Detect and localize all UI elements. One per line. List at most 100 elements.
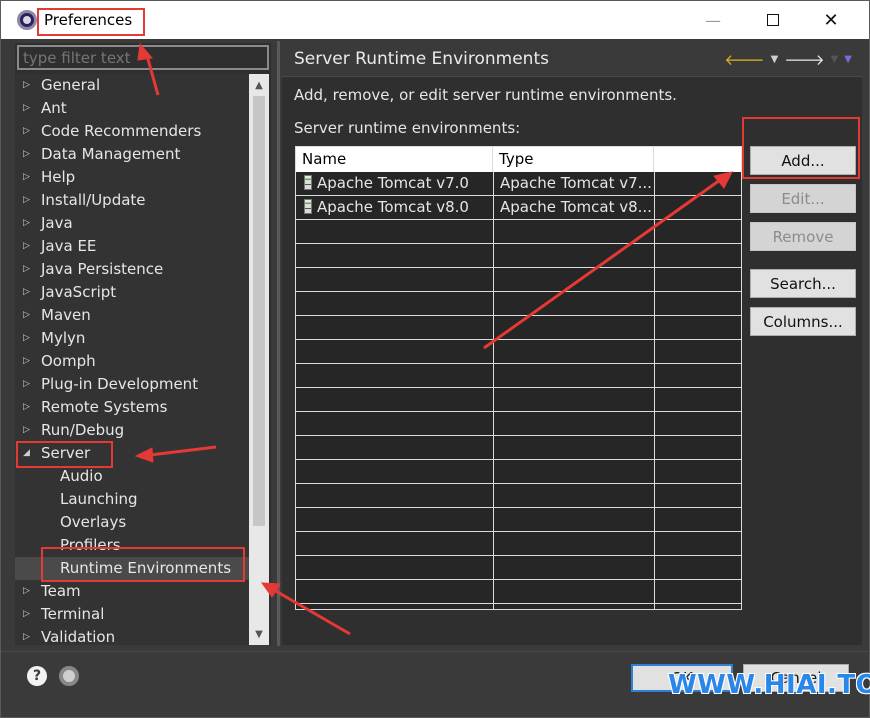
back-dropdown-icon[interactable]: ▼ xyxy=(771,54,779,65)
tree-item-label: Oomph xyxy=(41,352,96,370)
collapsed-arrow-icon[interactable]: ▷ xyxy=(23,419,30,442)
help-icon[interactable]: ? xyxy=(27,666,47,686)
collapsed-arrow-icon[interactable]: ▷ xyxy=(23,143,30,166)
collapsed-arrow-icon[interactable]: ▷ xyxy=(23,603,30,626)
tree-item-label: Runtime Environments xyxy=(60,559,232,577)
tree-item[interactable]: Overlays xyxy=(15,511,249,534)
forward-dropdown-icon[interactable]: ▼ xyxy=(831,54,839,65)
tree-item[interactable]: ▷ Plug-in Development xyxy=(15,373,249,396)
tree-item[interactable]: ▷ Terminal xyxy=(15,603,249,626)
search-button[interactable]: Search... xyxy=(750,269,856,298)
runtime-name: Apache Tomcat v7.0 xyxy=(317,174,469,192)
tree-item[interactable]: ▷ Run/Debug xyxy=(15,419,249,442)
tree-scrollbar[interactable]: ▲ ▼ xyxy=(249,74,269,645)
remove-button[interactable]: Remove xyxy=(750,222,856,251)
tree-item[interactable]: ▷ Remote Systems xyxy=(15,396,249,419)
column-header-type[interactable]: Type xyxy=(493,147,654,172)
collapsed-arrow-icon[interactable]: ▷ xyxy=(23,189,30,212)
table-row xyxy=(296,316,741,340)
scroll-up-icon[interactable]: ▲ xyxy=(249,76,269,94)
filter-input[interactable] xyxy=(17,45,269,70)
tree-item[interactable]: Launching xyxy=(15,488,249,511)
tree-item-label: Remote Systems xyxy=(41,398,168,416)
collapsed-arrow-icon[interactable]: ▷ xyxy=(23,350,30,373)
forward-arrow-icon[interactable]: 🡒 xyxy=(784,50,824,69)
add-button[interactable]: Add... xyxy=(750,146,856,175)
tree-item-label: Audio xyxy=(60,467,103,485)
tree-item[interactable]: ▷ Java EE xyxy=(15,235,249,258)
tree-item-label: Server xyxy=(41,444,91,462)
tree-item[interactable]: ▷ Install/Update xyxy=(15,189,249,212)
tree-item[interactable]: Runtime Environments xyxy=(15,557,249,580)
columns-button[interactable]: Columns... xyxy=(750,307,856,336)
preference-page: Server Runtime Environments 🡐 ▼ 🡒 ▼ ▼ Ad… xyxy=(282,41,862,645)
title-bar[interactable]: Preferences — ✕ xyxy=(1,1,869,39)
tree-item[interactable]: ▷ Help xyxy=(15,166,249,189)
collapsed-arrow-icon[interactable]: ▷ xyxy=(23,281,30,304)
maximize-icon xyxy=(767,14,779,26)
tree-item-label: Install/Update xyxy=(41,191,146,209)
collapsed-arrow-icon[interactable]: ▷ xyxy=(23,74,30,97)
collapsed-arrow-icon[interactable]: ▷ xyxy=(23,97,30,120)
expanded-arrow-icon[interactable]: ◢ xyxy=(23,442,30,465)
collapsed-arrow-icon[interactable]: ▷ xyxy=(23,304,30,327)
edit-button[interactable]: Edit... xyxy=(750,184,856,213)
tree-item[interactable]: ▷ Data Management xyxy=(15,143,249,166)
tree-item-label: Plug-in Development xyxy=(41,375,199,393)
import-export-icon[interactable] xyxy=(59,666,79,686)
collapsed-arrow-icon[interactable]: ▷ xyxy=(23,327,30,350)
minimize-button[interactable]: — xyxy=(691,5,735,35)
tree-item[interactable]: ▷ Mylyn xyxy=(15,327,249,350)
collapsed-arrow-icon[interactable]: ▷ xyxy=(23,166,30,189)
collapsed-arrow-icon[interactable]: ▷ xyxy=(23,373,30,396)
runtime-table: Name Type Apache Tomcat v7.0 Apache Tomca… xyxy=(295,146,742,610)
tree-item[interactable]: ▷ General xyxy=(15,74,249,97)
pane-splitter[interactable] xyxy=(277,41,280,646)
table-row xyxy=(296,412,741,436)
tree-item[interactable]: ▷ Java xyxy=(15,212,249,235)
maximize-button[interactable] xyxy=(751,5,795,35)
collapsed-arrow-icon[interactable]: ▷ xyxy=(23,396,30,419)
table-row xyxy=(296,532,741,556)
column-header-name[interactable]: Name xyxy=(296,147,493,172)
table-row xyxy=(296,556,741,580)
scroll-thumb[interactable] xyxy=(253,96,265,526)
collapsed-arrow-icon[interactable]: ▷ xyxy=(23,120,30,143)
collapsed-arrow-icon[interactable]: ▷ xyxy=(23,235,30,258)
table-header: Name Type xyxy=(296,147,741,172)
eclipse-icon xyxy=(17,10,37,30)
view-menu-icon[interactable]: ▼ xyxy=(844,54,852,65)
tree-item[interactable]: ◢ Server xyxy=(15,442,249,465)
tree-item[interactable]: ▷ Validation xyxy=(15,626,249,645)
table-row[interactable]: Apache Tomcat v8.0 Apache Tomcat v8... xyxy=(296,196,741,220)
tree-item[interactable]: ▷ JavaScript xyxy=(15,281,249,304)
collapsed-arrow-icon[interactable]: ▷ xyxy=(23,258,30,281)
table-row xyxy=(296,220,741,244)
tree-item[interactable]: Audio xyxy=(15,465,249,488)
tree-item-label: Overlays xyxy=(60,513,127,531)
table-row[interactable]: Apache Tomcat v7.0 Apache Tomcat v7... xyxy=(296,172,741,196)
tree-item-label: Team xyxy=(41,582,81,600)
close-button[interactable]: ✕ xyxy=(809,5,853,35)
tree-item[interactable]: ▷ Maven xyxy=(15,304,249,327)
preferences-navigation: ▷ General ▷ Ant ▷ Code Recommenders ▷ Data Mana… xyxy=(15,43,271,645)
tree-item[interactable]: ▷ Team xyxy=(15,580,249,603)
table-row xyxy=(296,340,741,364)
tree-item[interactable]: ▷ Code Recommenders xyxy=(15,120,249,143)
tree-item[interactable]: ▷ Java Persistence xyxy=(15,258,249,281)
collapsed-arrow-icon[interactable]: ▷ xyxy=(23,626,30,645)
tree-item-label: Java EE xyxy=(41,237,97,255)
collapsed-arrow-icon[interactable]: ▷ xyxy=(23,580,30,603)
collapsed-arrow-icon[interactable]: ▷ xyxy=(23,212,30,235)
tree-item-label: Run/Debug xyxy=(41,421,125,439)
table-row xyxy=(296,364,741,388)
tree-item[interactable]: Profilers xyxy=(15,534,249,557)
tree-item-label: Maven xyxy=(41,306,91,324)
tree-item[interactable]: ▷ Oomph xyxy=(15,350,249,373)
tree-item-label: Terminal xyxy=(41,605,105,623)
server-icon xyxy=(304,175,312,190)
back-arrow-icon[interactable]: 🡐 xyxy=(724,50,764,69)
runtime-list-label: Server runtime environments: xyxy=(294,119,521,137)
tree-item[interactable]: ▷ Ant xyxy=(15,97,249,120)
scroll-down-icon[interactable]: ▼ xyxy=(249,625,269,643)
